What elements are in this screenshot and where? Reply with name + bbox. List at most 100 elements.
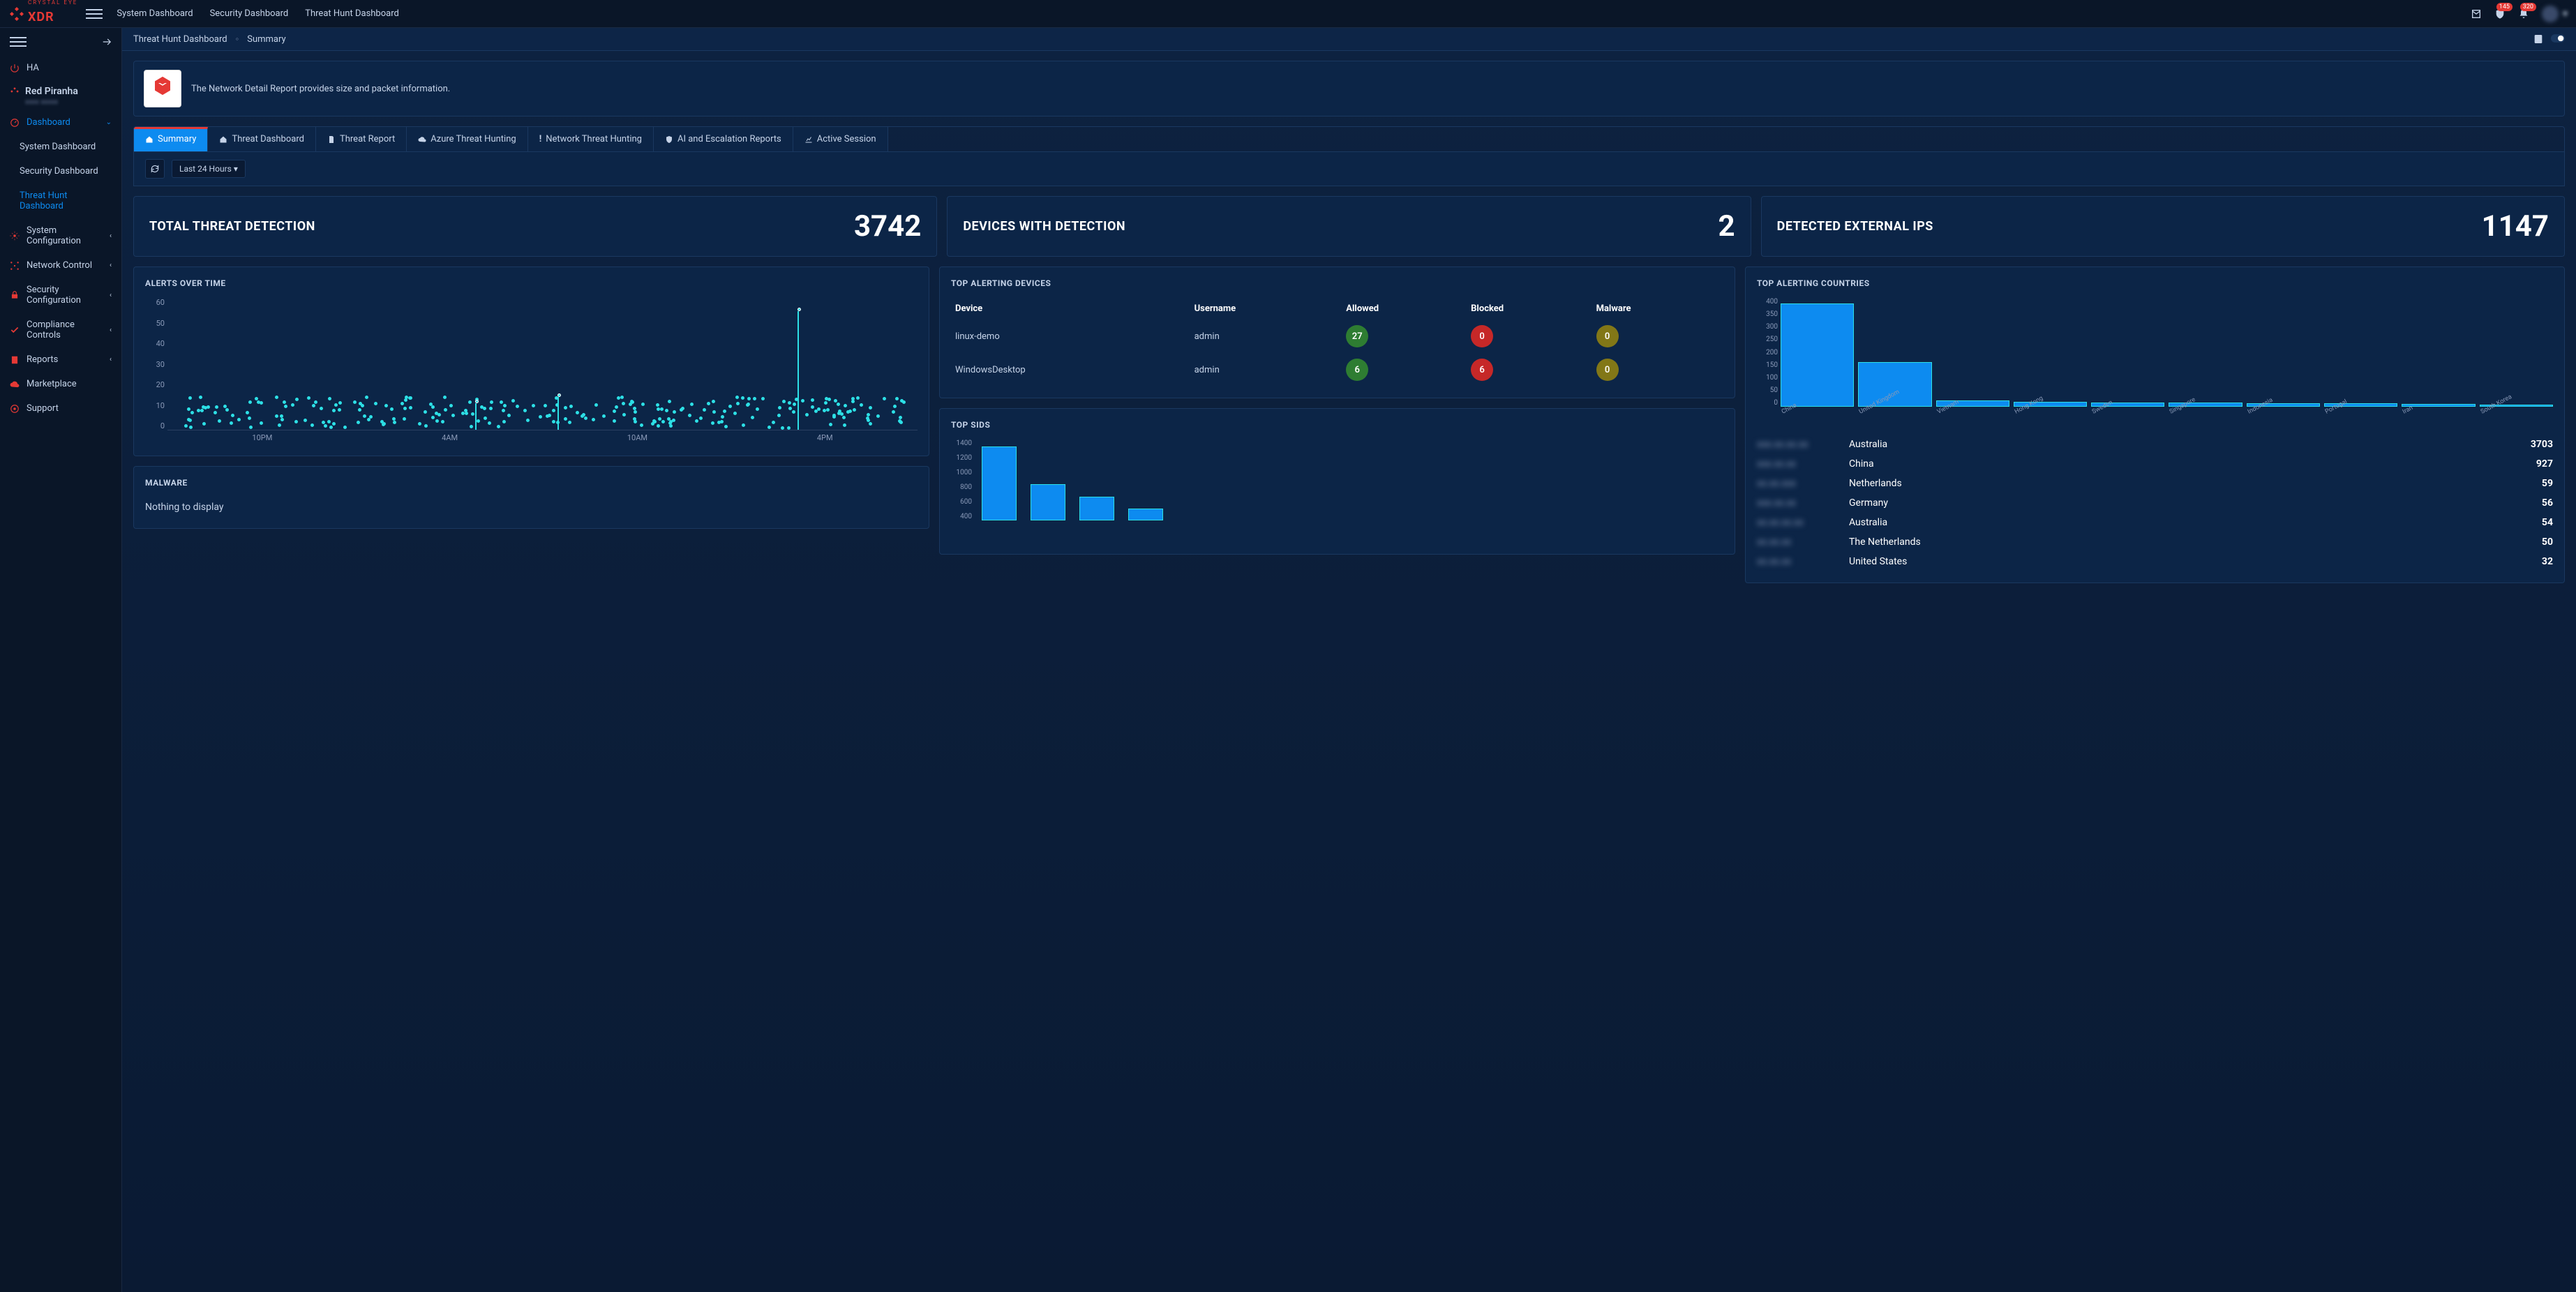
panel-top-countries: TOP ALERTING COUNTRIES 40035030025020015… (1745, 266, 2565, 583)
refresh-button[interactable] (145, 159, 165, 179)
shield-badge: 145 (2496, 3, 2513, 11)
stat-devices: DEVICES WITH DETECTION 2 (947, 196, 1751, 257)
country-row[interactable]: xxx.xx.xxGermany56 (1757, 493, 2553, 513)
nav-threat-hunt-dashboard[interactable]: Threat Hunt Dashboard (305, 8, 399, 19)
chevron-down-icon: ⌄ (106, 119, 112, 126)
countries-chart[interactable]: 400350300250200150100500 ChinaUnited Kin… (1757, 298, 2553, 423)
panel-title: TOP ALERTING COUNTRIES (1757, 278, 2553, 288)
stat-label: DETECTED EXTERNAL IPS (1777, 219, 1933, 234)
bell-badge: 320 (2520, 3, 2536, 11)
arrow-right-icon[interactable] (102, 37, 112, 47)
sidebar: HA Red Piranha xxxx xxxxx Dashboard ⌄ Sy… (0, 28, 122, 1292)
sidebar-ha[interactable]: HA (0, 56, 121, 80)
sidebar-security-config[interactable]: Security Configuration ‹ (0, 278, 121, 313)
tab-ai-escalation[interactable]: AI and Escalation Reports (654, 127, 793, 151)
gauge-icon (10, 118, 20, 128)
shield-icon (665, 135, 673, 144)
stat-total-threat: TOTAL THREAT DETECTION 3742 (133, 196, 937, 257)
stat-label: DEVICES WITH DETECTION (963, 219, 1125, 234)
nav-security-dashboard[interactable]: Security Dashboard (210, 8, 289, 19)
tab-threat-report[interactable]: Threat Report (316, 127, 407, 151)
panel-title: MALWARE (145, 478, 918, 488)
sidebar-reports[interactable]: Reports ‹ (0, 347, 121, 372)
stat-ips: DETECTED EXTERNAL IPS 1147 (1761, 196, 2565, 257)
chevron-left-icon: ‹ (110, 232, 112, 240)
table-row[interactable]: WindowsDesktopadmin 6 6 0 (951, 353, 1723, 386)
alerts-chart[interactable]: 6050403020100 10PM4AM10AM4PM (145, 298, 918, 444)
sidebar-ha-label: HA (27, 63, 39, 73)
sidebar-dashboard-label: Dashboard (27, 117, 70, 128)
sidebar-collapse-icon[interactable] (10, 33, 27, 50)
panel-top-sids: TOP SIDS 140012001000800600400 (939, 408, 1735, 555)
table-head: Device Username Allowed Blocked Malware (951, 298, 1723, 320)
power-icon (10, 63, 20, 73)
cloud-icon (10, 380, 20, 389)
panel-title: ALERTS OVER TIME (145, 278, 918, 288)
menu-toggle-icon[interactable] (86, 6, 103, 22)
mail-icon[interactable] (2471, 8, 2482, 20)
time-range-select[interactable]: Last 24 Hours ▾ (172, 160, 246, 178)
user-menu[interactable]: ▾ (2542, 6, 2568, 22)
panel-title: TOP ALERTING DEVICES (951, 278, 1723, 288)
panel-malware: MALWARE Nothing to display (133, 466, 929, 529)
sidebar-marketplace[interactable]: Marketplace (0, 372, 121, 396)
sidebar-network-control[interactable]: Network Control ‹ (0, 253, 121, 278)
logo-name: XDR (28, 10, 77, 24)
home-icon (145, 135, 153, 144)
sidebar-sub-threat-hunt[interactable]: Threat Hunt Dashboard (0, 183, 121, 218)
sids-chart[interactable]: 140012001000800600400 (951, 440, 1723, 537)
check-icon (10, 325, 20, 335)
info-icon (144, 70, 181, 107)
chevron-left-icon: ‹ (110, 356, 112, 363)
shield-icon[interactable]: 145 (2494, 8, 2506, 20)
tabs: Summary Threat Dashboard Threat Report A… (133, 126, 2565, 152)
sidebar-sub-security[interactable]: Security Dashboard (0, 159, 121, 183)
country-row[interactable]: xx.xx.xxThe Netherlands50 (1757, 532, 2553, 552)
sidebar-system-config[interactable]: System Configuration ‹ (0, 218, 121, 253)
info-card: The Network Detail Report provides size … (133, 61, 2565, 117)
sidebar-sub-system[interactable]: System Dashboard (0, 135, 121, 159)
country-row[interactable]: xx.xx.xx.xxAustralia54 (1757, 513, 2553, 532)
toggle-icon[interactable] (2551, 33, 2565, 43)
book-icon[interactable] (2533, 33, 2544, 45)
panel-title: TOP SIDS (951, 420, 1723, 430)
tab-summary[interactable]: Summary (134, 127, 208, 151)
top-header: CRYSTAL EYE XDR System Dashboard Securit… (0, 0, 2576, 28)
breadcrumb-sep: ◦ (236, 33, 239, 45)
country-row[interactable]: xx.xx.xxxNetherlands59 (1757, 474, 2553, 493)
countries-list: xxx.xx.xx.xxAustralia3703xxx.xx.xxChina9… (1757, 435, 2553, 571)
chevron-left-icon: ‹ (110, 292, 112, 299)
sidebar-compliance[interactable]: Compliance Controls ‹ (0, 313, 121, 347)
info-text: The Network Detail Report provides size … (191, 84, 450, 94)
chevron-down-icon: ▾ (2563, 8, 2568, 20)
refresh-icon (150, 164, 160, 174)
nav-system-dashboard[interactable]: System Dashboard (117, 8, 193, 19)
main-content: Threat Hunt Dashboard ◦ Summary The Netw… (122, 28, 2576, 1292)
toolbar: Last 24 Hours ▾ (133, 152, 2565, 186)
home-icon (219, 135, 227, 144)
tab-active-session[interactable]: Active Session (793, 127, 888, 151)
panel-top-devices: TOP ALERTING DEVICES Device Username All… (939, 266, 1735, 398)
breadcrumb: Threat Hunt Dashboard ◦ Summary (122, 28, 2576, 51)
table-row[interactable]: linux-demoadmin 27 0 0 (951, 320, 1723, 353)
logo[interactable]: CRYSTAL EYE XDR (8, 3, 77, 24)
bell-icon[interactable]: 320 (2518, 8, 2529, 20)
sidebar-org-label: Red Piranha (25, 86, 78, 97)
country-row[interactable]: xx.xx.xxUnited States32 (1757, 552, 2553, 571)
tab-network-threat-hunting[interactable]: ! Network Threat Hunting (528, 127, 654, 151)
exclaim-icon: ! (539, 134, 542, 144)
devices-table: Device Username Allowed Blocked Malware … (951, 298, 1723, 386)
country-row[interactable]: xxx.xx.xxChina927 (1757, 454, 2553, 474)
chart-icon (804, 135, 813, 144)
tab-azure-threat-hunting[interactable]: Azure Threat Hunting (407, 127, 527, 151)
empty-text: Nothing to display (145, 497, 918, 517)
chevron-left-icon: ‹ (110, 326, 112, 334)
tab-threat-dashboard[interactable]: Threat Dashboard (208, 127, 316, 151)
caret-down-icon: ▾ (234, 164, 238, 174)
sidebar-dashboard[interactable]: Dashboard ⌄ (0, 110, 121, 135)
sidebar-support[interactable]: Support (0, 396, 121, 421)
lock-icon (10, 290, 20, 300)
support-icon (10, 404, 20, 414)
country-row[interactable]: xxx.xx.xx.xxAustralia3703 (1757, 435, 2553, 454)
breadcrumb-a[interactable]: Threat Hunt Dashboard (133, 34, 227, 45)
